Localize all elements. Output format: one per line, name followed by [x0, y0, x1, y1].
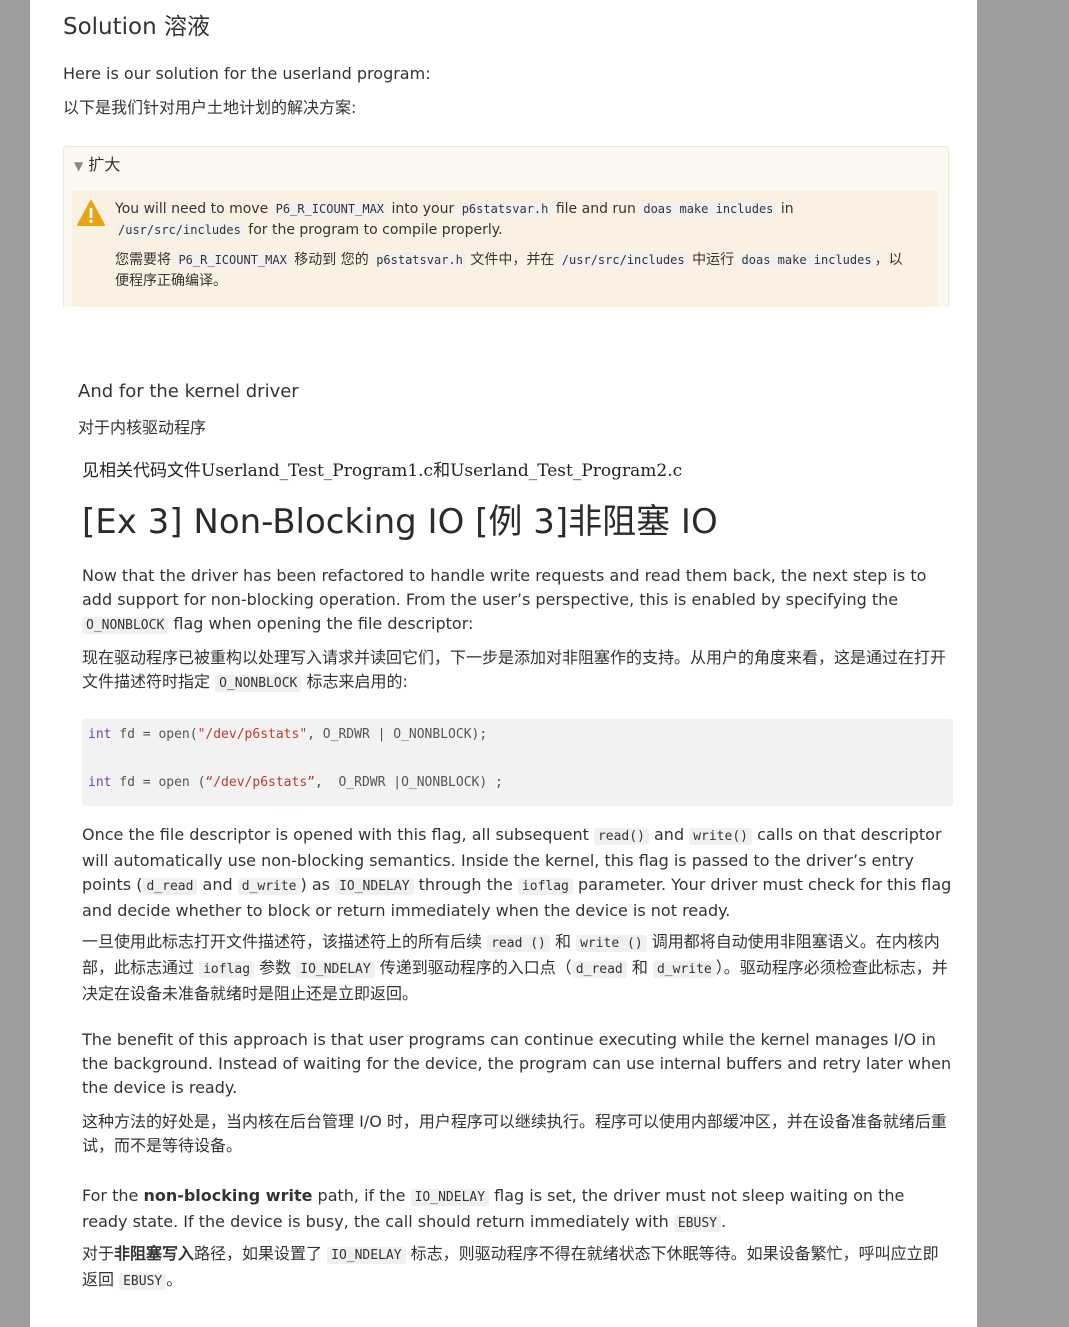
ex3-paragraph-4-zh: 对于非阻塞写入路径，如果设置了 IO_NDELAY 标志，则驱动程序不得在就绪状… [82, 1244, 939, 1290]
triangle-down-icon: ▼ [74, 159, 84, 173]
ex3-paragraph-3-en: The benefit of this approach is that use… [82, 1030, 952, 1097]
ex3-paragraph-1-en: Now that the driver has been refactored … [82, 566, 927, 634]
solution-intro-en: Here is our solution for the userland pr… [63, 64, 431, 83]
document-page: Solution 溶液 Here is our solution for the… [30, 0, 977, 1327]
ex3-paragraph-2-zh: 一旦使用此标志打开文件描述符，该描述符上的所有后续 read () 和 writ… [82, 932, 948, 1003]
warning-text-en: You will need to move P6_R_ICOUNT_MAX in… [115, 201, 794, 238]
kernel-driver-zh: 对于内核驱动程序 [78, 418, 207, 437]
kernel-driver-en: And for the kernel driver [78, 381, 299, 402]
warning-triangle-icon [77, 200, 105, 226]
ex3-title: [Ex 3] Non-Blocking IO [例 3]非阻塞 IO [82, 502, 718, 542]
code-line-2: int fd = open (“/dev/p6stats”, O_RDWR |O… [88, 775, 503, 790]
code-block: int fd = open("/dev/p6stats", O_RDWR | O… [82, 719, 953, 806]
code-line-1: int fd = open("/dev/p6stats", O_RDWR | O… [88, 727, 488, 742]
related-code-note: 见相关代码文件Userland_Test_Program1.c和Userland… [82, 461, 683, 481]
details-summary[interactable]: ▼ 扩大 [74, 154, 120, 177]
warning-text-zh: 您需要将 P6_R_ICOUNT_MAX 移动到 您的 p6statsvar.h… [115, 252, 903, 289]
ex3-paragraph-4-en: For the non-blocking write path, if the … [82, 1186, 905, 1232]
details-summary-label: 扩大 [88, 155, 121, 174]
expandable-details: ▼ 扩大 You will need to move P6_R_ICOUNT_M… [63, 146, 949, 307]
solution-intro-zh: 以下是我们针对用户土地计划的解决方案: [63, 98, 357, 117]
ex3-paragraph-2-en: Once the file descriptor is opened with … [82, 825, 952, 920]
solution-heading: Solution 溶液 [63, 14, 211, 40]
ex3-paragraph-1-zh: 现在驱动程序已被重构以处理写入请求并读回它们，下一步是添加对非阻塞作的支持。从用… [82, 648, 947, 692]
warning-callout: You will need to move P6_R_ICOUNT_MAX in… [72, 191, 938, 307]
ex3-paragraph-3-zh: 这种方法的好处是，当内核在后台管理 I/O 时，用户程序可以继续执行。程序可以使… [82, 1112, 947, 1155]
